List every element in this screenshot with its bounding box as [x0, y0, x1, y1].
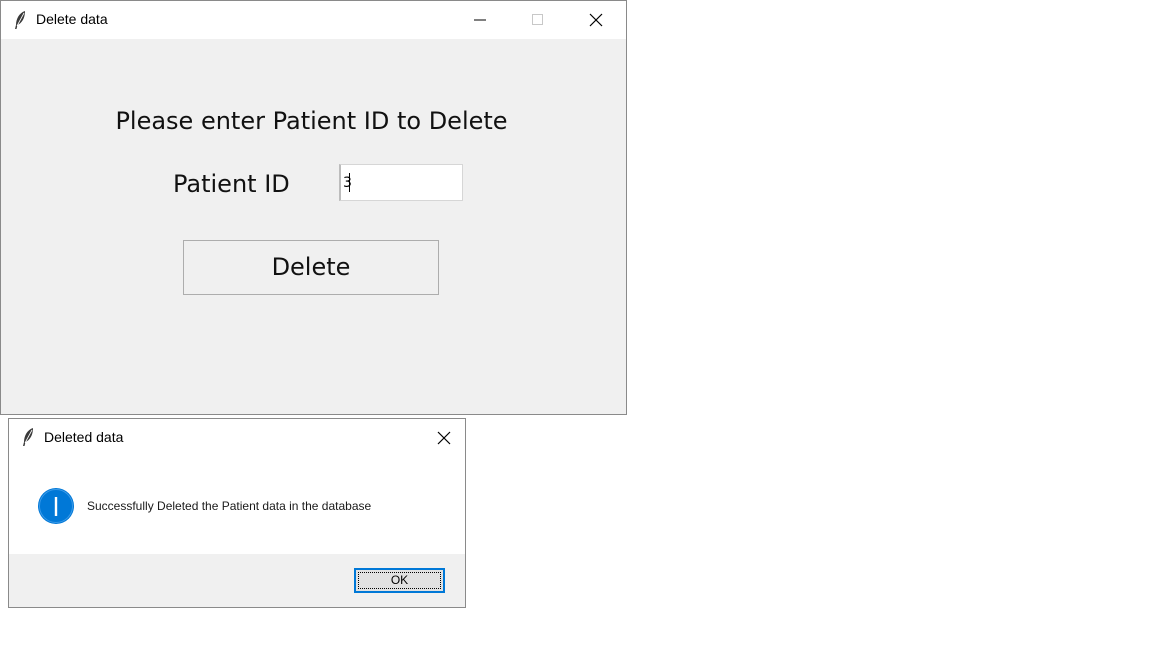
minimize-icon [474, 19, 486, 21]
close-icon [589, 13, 603, 27]
close-button[interactable] [567, 1, 625, 39]
feather-icon [21, 427, 35, 447]
ok-button-label: OK [390, 573, 409, 587]
patient-id-input[interactable] [339, 164, 463, 201]
desktop: Delete data Please enter Patient ID to D… [0, 0, 1152, 648]
close-icon [437, 431, 451, 445]
dialog-footer: OK [9, 554, 465, 607]
deleted-data-dialog: Deleted data Successfully Deleted the Pa… [8, 418, 466, 608]
delete-button[interactable]: Delete [183, 240, 439, 295]
info-icon [37, 487, 75, 525]
dialog-title: Deleted data [44, 429, 124, 445]
maximize-button[interactable] [509, 1, 567, 39]
minimize-button[interactable] [451, 1, 509, 39]
page-heading: Please enter Patient ID to Delete [115, 107, 508, 135]
main-window-title: Delete data [36, 11, 108, 27]
dialog-titlebar[interactable]: Deleted data [9, 419, 465, 457]
dialog-close-button[interactable] [429, 425, 459, 451]
dialog-message: Successfully Deleted the Patient data in… [87, 499, 372, 513]
feather-icon [13, 10, 27, 30]
patient-id-label: Patient ID [173, 170, 290, 198]
ok-button[interactable]: OK [354, 568, 445, 593]
maximize-icon [532, 14, 543, 25]
delete-data-window: Delete data Please enter Patient ID to D… [0, 0, 627, 415]
text-caret [349, 173, 350, 192]
main-titlebar[interactable]: Delete data [1, 1, 626, 39]
